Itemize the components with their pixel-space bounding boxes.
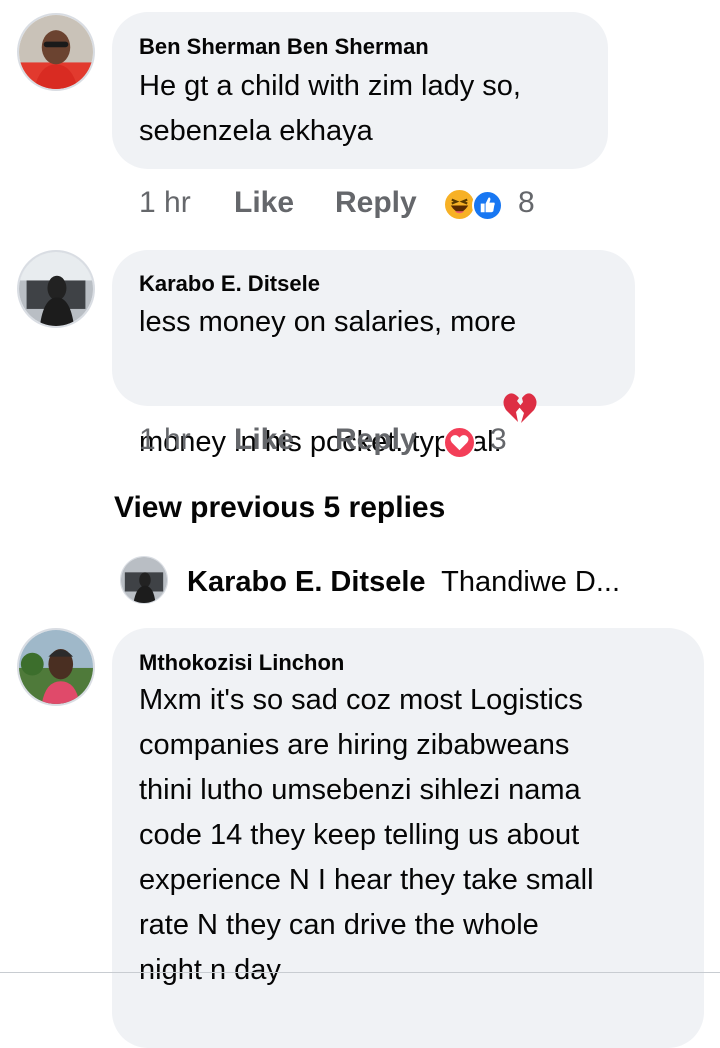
comment-author[interactable]: Karabo E. Ditsele [139, 271, 320, 297]
comment-author[interactable]: Ben Sherman Ben Sherman [139, 34, 429, 60]
like-button[interactable]: Like [234, 186, 294, 220]
avatar[interactable] [17, 13, 95, 91]
comment-actions: 1 hr Like Reply 8 [0, 186, 720, 226]
like-icon[interactable] [472, 190, 503, 221]
reply-button[interactable]: Reply [335, 186, 417, 220]
avatar-image [19, 252, 93, 326]
comment-actions: 1 hr Like Reply 3 [0, 423, 720, 463]
love-icon[interactable] [443, 426, 476, 459]
reply-button[interactable]: Reply [335, 423, 417, 457]
avatar-image [19, 15, 93, 89]
avatar[interactable] [120, 556, 168, 604]
reaction-count[interactable]: 8 [518, 186, 535, 220]
comment-author[interactable]: Mthokozisi Linchon [139, 650, 344, 676]
comment-time[interactable]: 1 hr [139, 186, 191, 220]
reaction-count[interactable]: 3 [490, 423, 507, 457]
view-previous-replies-link[interactable]: View previous 5 replies [114, 491, 445, 525]
avatar[interactable] [17, 250, 95, 328]
comment-time[interactable]: 1 hr [139, 423, 191, 457]
reply-text: Thandiwe D... [441, 566, 621, 598]
like-button[interactable]: Like [234, 423, 294, 457]
avatar-image [121, 557, 167, 603]
avatar-image [19, 630, 93, 704]
comment-text: Mxm it's so sad coz most Logistics compa… [139, 684, 594, 986]
avatar[interactable] [17, 628, 95, 706]
reply-preview[interactable]: Karabo E. Ditsele Thandiwe D... [187, 566, 620, 599]
broken-heart-icon [502, 345, 538, 423]
divider [0, 972, 720, 973]
comment-text: He gt a child with zim lady so, sebenzel… [139, 70, 521, 147]
reply-author[interactable]: Karabo E. Ditsele [187, 566, 426, 598]
